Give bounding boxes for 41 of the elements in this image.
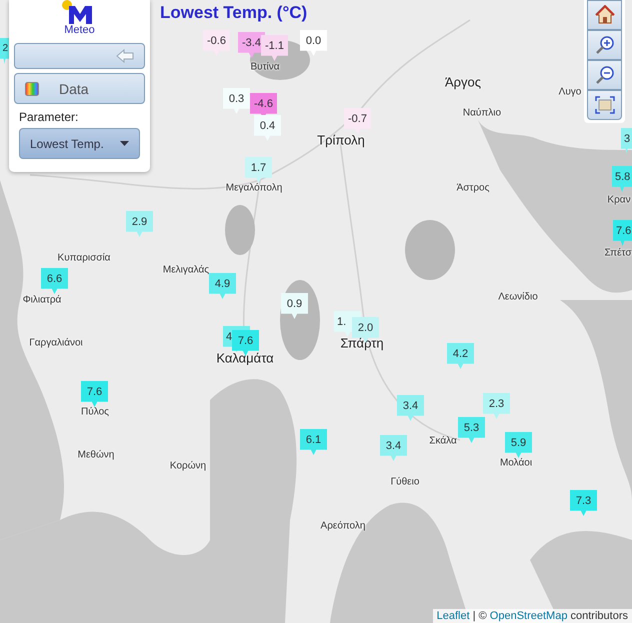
place-label: Γύθειο — [390, 476, 420, 488]
house-icon — [594, 5, 614, 25]
zoom-out-icon — [594, 65, 614, 85]
openstreetmap-link[interactable]: OpenStreetMap — [490, 610, 568, 622]
home-button[interactable] — [587, 0, 622, 30]
data-button[interactable]: Data — [14, 73, 145, 104]
color-scale-icon — [25, 82, 39, 96]
place-label: Μεγαλόπολη — [226, 182, 282, 194]
place-label: Κραν — [607, 194, 631, 206]
zoom-in-button[interactable] — [587, 30, 622, 60]
place-label: Γαργαλιάνοι — [29, 338, 83, 348]
collapse-button[interactable] — [14, 43, 145, 69]
place-label: Αρεόπολη — [320, 520, 366, 532]
zoom-in-icon — [594, 35, 614, 55]
logo-text: Meteo — [64, 24, 95, 36]
leaflet-link[interactable]: Leaflet — [436, 610, 470, 622]
place-label: Κορώνη — [170, 460, 206, 472]
fullscreen-button[interactable] — [587, 90, 622, 120]
left-arrow-icon — [116, 49, 134, 63]
place-label: Άργος — [444, 74, 482, 90]
place-label: Μολάοι — [500, 458, 532, 468]
place-label: Λεωνίδιο — [498, 292, 538, 302]
place-label: Βυτίνα — [250, 62, 280, 72]
place-label: Ναύπλιο — [462, 108, 502, 118]
parameter-label: Parameter: — [19, 110, 80, 124]
place-label: Πύλος — [81, 406, 109, 418]
fullscreen-icon — [594, 96, 614, 114]
place-label: Φιλιατρά — [22, 294, 62, 306]
attribution-text: Leaflet | © OpenStreetMap contributors — [432, 609, 632, 623]
place-label: Μελιγαλάς — [162, 264, 210, 276]
place-label: Μεθώνη — [78, 450, 114, 460]
map-title: Lowest Temp. (°C) — [160, 3, 308, 23]
place-label: Σκάλα — [429, 436, 457, 446]
zoom-out-button[interactable] — [587, 60, 622, 90]
caret-icon — [120, 141, 129, 146]
place-label: Άστρος — [456, 182, 490, 194]
place-label: Τρίπολη — [317, 132, 365, 148]
place-label: Λυγο — [558, 86, 582, 98]
place-label: Σπέτσ — [604, 248, 632, 258]
parameter-select[interactable]: Lowest Temp. — [19, 128, 140, 159]
place-label: Κυπαρισσία — [58, 252, 110, 264]
